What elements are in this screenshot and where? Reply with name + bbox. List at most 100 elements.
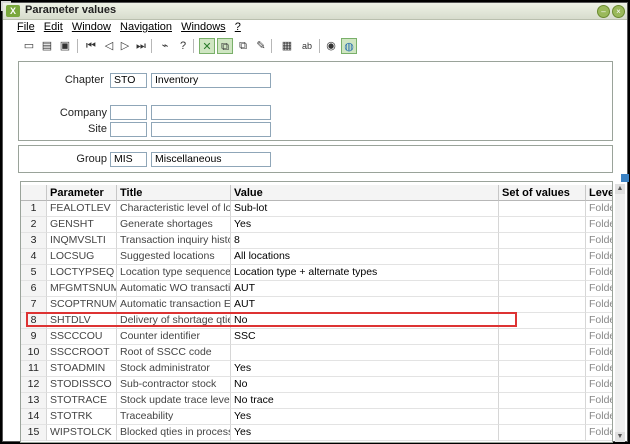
col-header-value[interactable]: Value [231,185,499,201]
row-number: 12 [21,377,47,393]
table-row[interactable]: 5 LOCTYPSEQ Location type sequence Location… [21,265,612,281]
save-icon[interactable]: ▣ [57,38,73,54]
group-code-field[interactable]: MIS [110,152,147,167]
new-icon[interactable]: ▭ [21,38,37,54]
title-bar: X Parameter values – × [3,3,627,20]
menu-window[interactable]: Window [72,21,111,33]
group-label: Group [76,153,107,165]
value-cell[interactable]: No trace [231,393,499,409]
set-of-values-cell [499,201,586,217]
title-cell: Stock administrator [117,361,231,377]
value-cell[interactable]: AUT [231,281,499,297]
col-header-parameter[interactable]: Parameter [47,185,117,201]
value-cell[interactable] [231,345,499,361]
next-icon[interactable]: ▷ [117,38,133,54]
site-code-field[interactable] [110,122,147,137]
first-icon[interactable]: ⏮ [83,38,99,54]
table-row[interactable]: 14STOTRKTraceabilityYes Folder [21,409,612,425]
table-row[interactable]: 2GENSHTGenerate shortagesYes Folder [21,217,612,233]
level-cell: Folder [586,425,612,441]
parameter-cell: MFGMTSNUM [47,281,117,297]
last-icon[interactable]: ⏭ [133,38,149,54]
copy-icon[interactable]: ⧉ [217,38,233,54]
value-cell[interactable]: Yes [231,409,499,425]
table-row[interactable]: 3 INQMVSLTI Transaction inquiry history 8 Fo… [21,233,612,249]
set-of-values-cell [499,345,586,361]
calc-icon[interactable]: ▦ [279,38,295,54]
title-cell: Transaction inquiry history [117,233,231,249]
level-cell: Folder [586,313,612,329]
edit-icon[interactable]: ✎ [253,38,269,54]
table-row[interactable]: 10SSCCROOTRoot of SSCC code Folder [21,345,612,361]
value-cell[interactable]: All locations [231,249,499,265]
scroll-down-icon[interactable]: ▼ [615,432,625,442]
table-row[interactable]: 9SSCCCOUCounter identifierSSC Folder [21,329,612,345]
menu-file[interactable]: File [17,21,35,33]
parameter-cell: GENSHT [47,217,117,233]
row-number: 2 [21,217,47,233]
value-cell[interactable]: Yes [231,217,499,233]
value-cell[interactable]: No [231,377,499,393]
set-of-values-cell [499,233,586,249]
menu-windows[interactable]: Windows [181,21,226,33]
paste-icon[interactable]: ⧉ [235,38,251,54]
title-cell: Stock update trace level [117,393,231,409]
table-row[interactable]: 12STODISSCOSub-contractor stockNo Folder [21,377,612,393]
table-row[interactable]: 13 STOTRACE Stock update trace level No tra… [21,393,612,409]
set-of-values-cell [499,329,586,345]
value-cell[interactable]: Sub-lot [231,201,499,217]
info-icon[interactable]: ◉ [323,38,339,54]
title-cell: Sub-contractor stock [117,377,231,393]
table-row[interactable]: 7 SCOPTRNUM Automatic transaction EO AUT Fol… [21,297,612,313]
col-header-level[interactable]: Level [586,185,612,201]
header-panel: Chapter STO Inventory Company Site [18,61,613,141]
tool-icon[interactable]: ✕ [199,38,215,54]
table-row[interactable]: 1 FEALOTLEV Characteristic level of lot Sub… [21,201,612,217]
vertical-scrollbar[interactable]: ▲ ▼ [615,184,625,442]
company-code-field[interactable] [110,105,147,120]
scroll-up-icon[interactable]: ▲ [615,184,625,194]
set-of-values-cell [499,281,586,297]
value-cell[interactable]: SSC [231,329,499,345]
help-icon[interactable]: ? [175,38,191,54]
previous-icon[interactable]: ◁ [101,38,117,54]
menu-edit[interactable]: Edit [44,21,63,33]
set-of-values-cell [499,361,586,377]
menu-bar: File Edit Window Navigation Windows ? [17,21,247,35]
menu-help[interactable]: ? [235,21,241,33]
company-label: Company [59,107,107,119]
globe-icon[interactable]: ◍ [341,38,357,54]
site-desc-field [151,122,271,137]
row-number: 5 [21,265,47,281]
col-header-title[interactable]: Title [117,185,231,201]
value-cell[interactable]: 8 [231,233,499,249]
set-of-values-cell [499,393,586,409]
print-icon[interactable]: ▤ [39,38,55,54]
title-cell: Suggested locations [117,249,231,265]
minimize-icon[interactable]: – [597,5,610,18]
attach-icon[interactable]: ⌁ [157,38,173,54]
set-of-values-cell [499,265,586,281]
parameter-cell: STOTRK [47,409,117,425]
parameter-cell: SSCCCOU [47,329,117,345]
text-icon[interactable]: ab [299,38,315,54]
chapter-code-field[interactable]: STO [110,73,147,88]
col-header-set-of-values[interactable]: Set of values [499,185,586,201]
table-row[interactable]: 11STOADMINStock administratorYes Folder [21,361,612,377]
close-icon[interactable]: × [612,5,625,18]
table-row[interactable]: 15WIPSTOLCKBlocked qties in process of p… [21,425,612,441]
level-cell: Folder [586,265,612,281]
table-row[interactable]: 6 MFGMTSNUM Automatic WO transaction AUT Fol… [21,281,612,297]
level-cell: Folder [586,201,612,217]
level-cell: Folder [586,361,612,377]
table-row[interactable]: 4 LOCSUG Suggested locations All locations F… [21,249,612,265]
row-number: 4 [21,249,47,265]
value-cell[interactable]: Yes [231,361,499,377]
value-cell[interactable]: Location type + alternate types [231,265,499,281]
value-cell[interactable]: AUT [231,297,499,313]
value-cell[interactable]: Yes [231,425,499,441]
menu-navigation[interactable]: Navigation [120,21,172,33]
row-number: 10 [21,345,47,361]
parameter-cell: STOTRACE [47,393,117,409]
row-number: 13 [21,393,47,409]
